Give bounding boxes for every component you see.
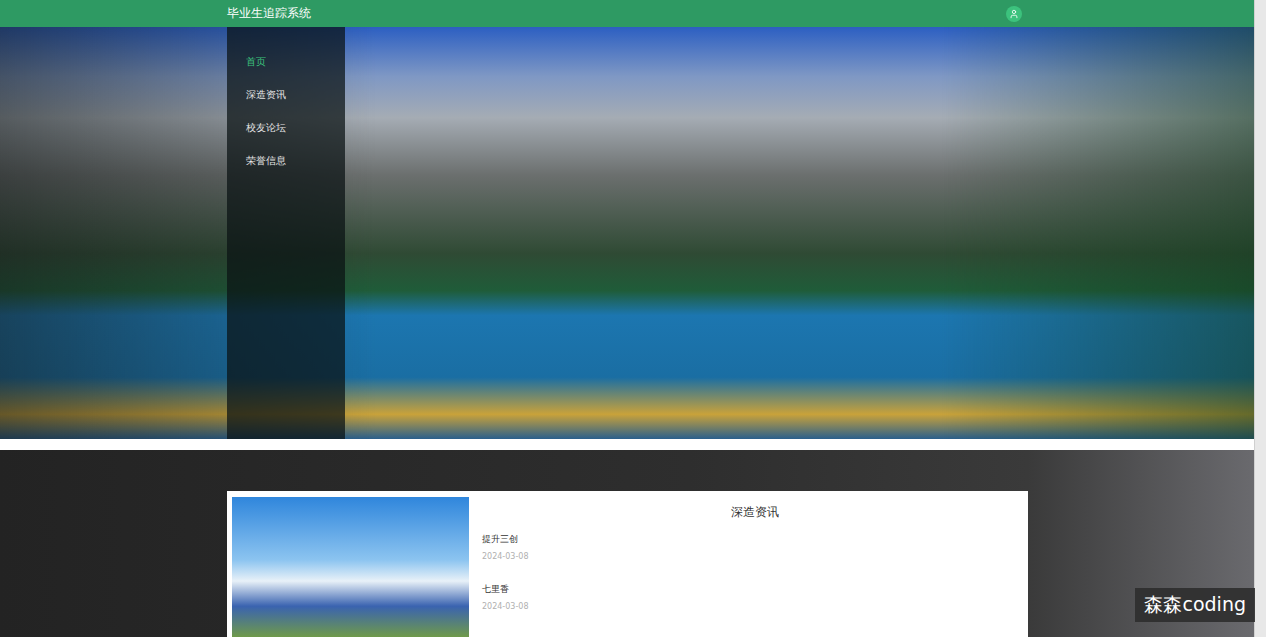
news-item-title: 提升三创 <box>482 533 1028 546</box>
news-item-date: 2024-03-08 <box>482 552 1028 561</box>
sidebar-item[interactable]: 首页 <box>227 45 345 78</box>
news-item-date: 2024-03-08 <box>482 602 1028 611</box>
user-avatar[interactable] <box>1006 6 1022 22</box>
content-area: 深造资讯提升三创 2024-03-08 七里香 2024-03-08 <box>0 450 1254 637</box>
user-icon <box>1009 9 1019 19</box>
divider <box>0 439 1254 450</box>
hero-banner: 首页深造资讯校友论坛荣誉信息 <box>0 27 1254 439</box>
news-item-title: 七里香 <box>482 583 1028 596</box>
page: 毕业生追踪系统首页深造资讯校友论坛荣誉信息深造资讯提升三创2024-03-08七… <box>0 0 1266 637</box>
sidebar-item[interactable]: 荣誉信息 <box>227 144 345 177</box>
news-list: 深造资讯提升三创 2024-03-08 七里香 2024-03-08 <box>482 497 1028 637</box>
news-item[interactable]: 提升三创 2024-03-08 <box>482 533 1028 583</box>
news-title: 深造资讯 <box>482 497 1028 533</box>
news-card: 深造资讯提升三创 2024-03-08 七里香 2024-03-08 <box>227 491 1028 637</box>
news-photo[interactable] <box>232 497 469 637</box>
scrollbar[interactable] <box>1254 0 1266 637</box>
sidebar-item[interactable]: 深造资讯 <box>227 78 345 111</box>
watermark: 森森coding <box>1135 588 1255 622</box>
main: 毕业生追踪系统首页深造资讯校友论坛荣誉信息深造资讯提升三创2024-03-08七… <box>0 0 1254 637</box>
header: 毕业生追踪系统 <box>0 0 1254 27</box>
sidebar-item[interactable]: 校友论坛 <box>227 111 345 144</box>
site-title: 毕业生追踪系统 <box>227 5 311 22</box>
header-inner: 毕业生追踪系统 <box>227 5 1028 22</box>
sidebar: 首页深造资讯校友论坛荣誉信息 <box>227 27 345 439</box>
news-item[interactable]: 七里香 2024-03-08 <box>482 583 1028 633</box>
